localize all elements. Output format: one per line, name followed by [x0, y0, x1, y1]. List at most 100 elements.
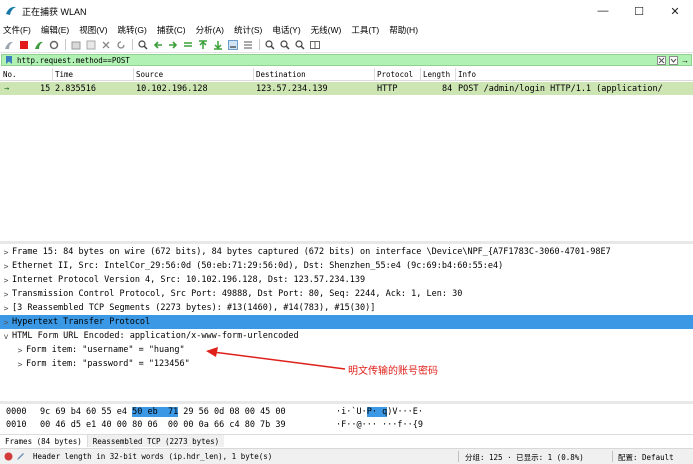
- menu-wireless[interactable]: 无线(W): [311, 24, 342, 36]
- stop-capture-icon[interactable]: [18, 39, 29, 50]
- column-info[interactable]: Info: [458, 70, 476, 79]
- detail-row-ipv4[interactable]: > Internet Protocol Version 4, Src: 10.1…: [0, 273, 693, 287]
- expand-arrow-icon[interactable]: >: [0, 318, 12, 327]
- packet-bytes-pane: 0000 9c 69 b4 60 55 e4 50 eb 71 29 56 0d…: [0, 405, 693, 433]
- packet-time: 2.835516: [55, 84, 96, 94]
- detail-row-form-password[interactable]: > Form item: "password" = "123456": [0, 357, 693, 371]
- packet-protocol: HTTP: [377, 84, 398, 94]
- menu-view[interactable]: 视图(V): [79, 24, 107, 36]
- save-file-icon[interactable]: [85, 39, 96, 50]
- expand-arrow-icon[interactable]: >: [0, 304, 12, 313]
- column-time[interactable]: Time: [55, 70, 73, 79]
- detail-text: Hypertext Transfer Protocol: [12, 317, 151, 327]
- colorize-icon[interactable]: [242, 39, 253, 50]
- bookmark-icon[interactable]: [4, 55, 14, 65]
- last-packet-icon[interactable]: [212, 39, 223, 50]
- detail-text: Transmission Control Protocol, Src Port:…: [12, 289, 463, 299]
- tab-frames[interactable]: Frames (84 bytes): [0, 435, 88, 447]
- column-source[interactable]: Source: [136, 70, 163, 79]
- expand-arrow-icon[interactable]: >: [14, 360, 26, 369]
- capture-status-icon[interactable]: [4, 452, 13, 461]
- column-separator[interactable]: [455, 68, 456, 81]
- byte-hex: 9c 69 b4 60 55 e4 50 eb 71 29 56 0d 08 0…: [40, 406, 286, 417]
- detail-row-reassembled[interactable]: > [3 Reassembled TCP Segments (2273 byte…: [0, 301, 693, 315]
- expand-arrow-icon[interactable]: >: [0, 262, 12, 271]
- packet-details-pane: > Frame 15: 84 bytes on wire (672 bits),…: [0, 244, 693, 401]
- column-length[interactable]: Length: [423, 70, 450, 79]
- expand-arrow-icon[interactable]: >: [0, 248, 12, 257]
- column-separator[interactable]: [253, 68, 254, 81]
- display-filter-input[interactable]: http.request.method==POST: [17, 56, 130, 65]
- resize-columns-icon[interactable]: [309, 39, 320, 50]
- tab-reassembled-tcp[interactable]: Reassembled TCP (2273 bytes): [87, 435, 225, 447]
- title-bar: 正在捕获 WLAN — ☐ ✕: [0, 0, 693, 22]
- maximize-button[interactable]: ☐: [621, 0, 657, 22]
- close-file-icon[interactable]: [100, 39, 111, 50]
- autoscroll-icon[interactable]: [227, 39, 238, 50]
- packet-no: 15: [40, 84, 51, 94]
- column-separator[interactable]: [133, 68, 134, 81]
- clear-filter-icon[interactable]: [657, 55, 666, 65]
- byte-ascii: ·F··@··· ···f··{9: [336, 419, 423, 430]
- zoom-in-icon[interactable]: [264, 39, 275, 50]
- byte-offset: 0010: [6, 419, 27, 430]
- minimize-button[interactable]: —: [585, 0, 621, 22]
- packet-length: 84: [442, 84, 453, 94]
- detail-text: Form item: "password" = "123456": [26, 359, 190, 369]
- packet-row[interactable]: → 15 2.835516 10.102.196.128 123.57.234.…: [0, 82, 693, 95]
- filter-history-icon[interactable]: [669, 55, 678, 65]
- toolbar-separator: [132, 39, 133, 50]
- zoom-out-icon[interactable]: [279, 39, 290, 50]
- menu-help[interactable]: 帮助(H): [389, 24, 418, 36]
- start-capture-icon[interactable]: [3, 39, 14, 50]
- column-separator[interactable]: [374, 68, 375, 81]
- column-destination[interactable]: Destination: [256, 70, 306, 79]
- find-packet-icon[interactable]: [137, 39, 148, 50]
- go-to-packet-icon[interactable]: [182, 39, 193, 50]
- menu-edit[interactable]: 编辑(E): [41, 24, 69, 36]
- detail-row-frame[interactable]: > Frame 15: 84 bytes on wire (672 bits),…: [0, 245, 693, 259]
- pane-splitter[interactable]: [0, 401, 693, 404]
- detail-row-tcp[interactable]: > Transmission Control Protocol, Src Por…: [0, 287, 693, 301]
- menu-analyze[interactable]: 分析(A): [196, 24, 224, 36]
- menu-go[interactable]: 跳转(G): [118, 24, 147, 36]
- detail-text: Frame 15: 84 bytes on wire (672 bits), 8…: [12, 247, 611, 257]
- edit-comment-icon[interactable]: [16, 452, 25, 461]
- collapse-arrow-icon[interactable]: v: [0, 332, 12, 341]
- go-back-icon[interactable]: [152, 39, 163, 50]
- expand-arrow-icon[interactable]: >: [0, 290, 12, 299]
- menu-file[interactable]: 文件(F): [3, 24, 31, 36]
- column-protocol[interactable]: Protocol: [377, 70, 413, 79]
- reload-file-icon[interactable]: [115, 39, 126, 50]
- capture-options-icon[interactable]: [48, 39, 59, 50]
- status-packet-counts: 分组: 125 · 已显示: 1 (0.8%): [465, 453, 584, 462]
- detail-row-ethernet[interactable]: > Ethernet II, Src: IntelCor_29:56:0d (5…: [0, 259, 693, 273]
- packet-destination: 123.57.234.139: [256, 84, 328, 94]
- close-button[interactable]: ✕: [657, 0, 693, 22]
- first-packet-icon[interactable]: [197, 39, 208, 50]
- detail-row-form[interactable]: v HTML Form URL Encoded: application/x-w…: [0, 329, 693, 343]
- toolbar-separator: [259, 39, 260, 50]
- status-profile[interactable]: 配置: Default: [618, 452, 674, 463]
- status-separator: [612, 451, 613, 462]
- column-separator[interactable]: [52, 68, 53, 81]
- packet-source: 10.102.196.128: [136, 84, 208, 94]
- restart-capture-icon[interactable]: [33, 39, 44, 50]
- menu-telephony[interactable]: 电话(Y): [272, 24, 300, 36]
- column-no[interactable]: No.: [3, 70, 17, 79]
- detail-row-form-username[interactable]: > Form item: "username" = "huang": [0, 343, 693, 357]
- byte-hex: 00 46 d5 e1 40 00 80 06 00 00 0a 66 c4 8…: [40, 419, 286, 430]
- expand-arrow-icon[interactable]: >: [14, 346, 26, 355]
- go-forward-icon[interactable]: [167, 39, 178, 50]
- expand-arrow-icon[interactable]: >: [0, 276, 12, 285]
- detail-text: HTML Form URL Encoded: application/x-www…: [12, 331, 299, 341]
- open-file-icon[interactable]: [70, 39, 81, 50]
- menu-tools[interactable]: 工具(T): [351, 24, 379, 36]
- column-separator[interactable]: [420, 68, 421, 81]
- menu-statistics[interactable]: 统计(S): [234, 24, 262, 36]
- apply-filter-icon[interactable]: →: [681, 56, 689, 65]
- zoom-reset-icon[interactable]: [294, 39, 305, 50]
- display-filter-bar[interactable]: http.request.method==POST →: [1, 54, 692, 66]
- detail-row-http[interactable]: > Hypertext Transfer Protocol: [0, 315, 693, 329]
- menu-capture[interactable]: 捕获(C): [157, 24, 186, 36]
